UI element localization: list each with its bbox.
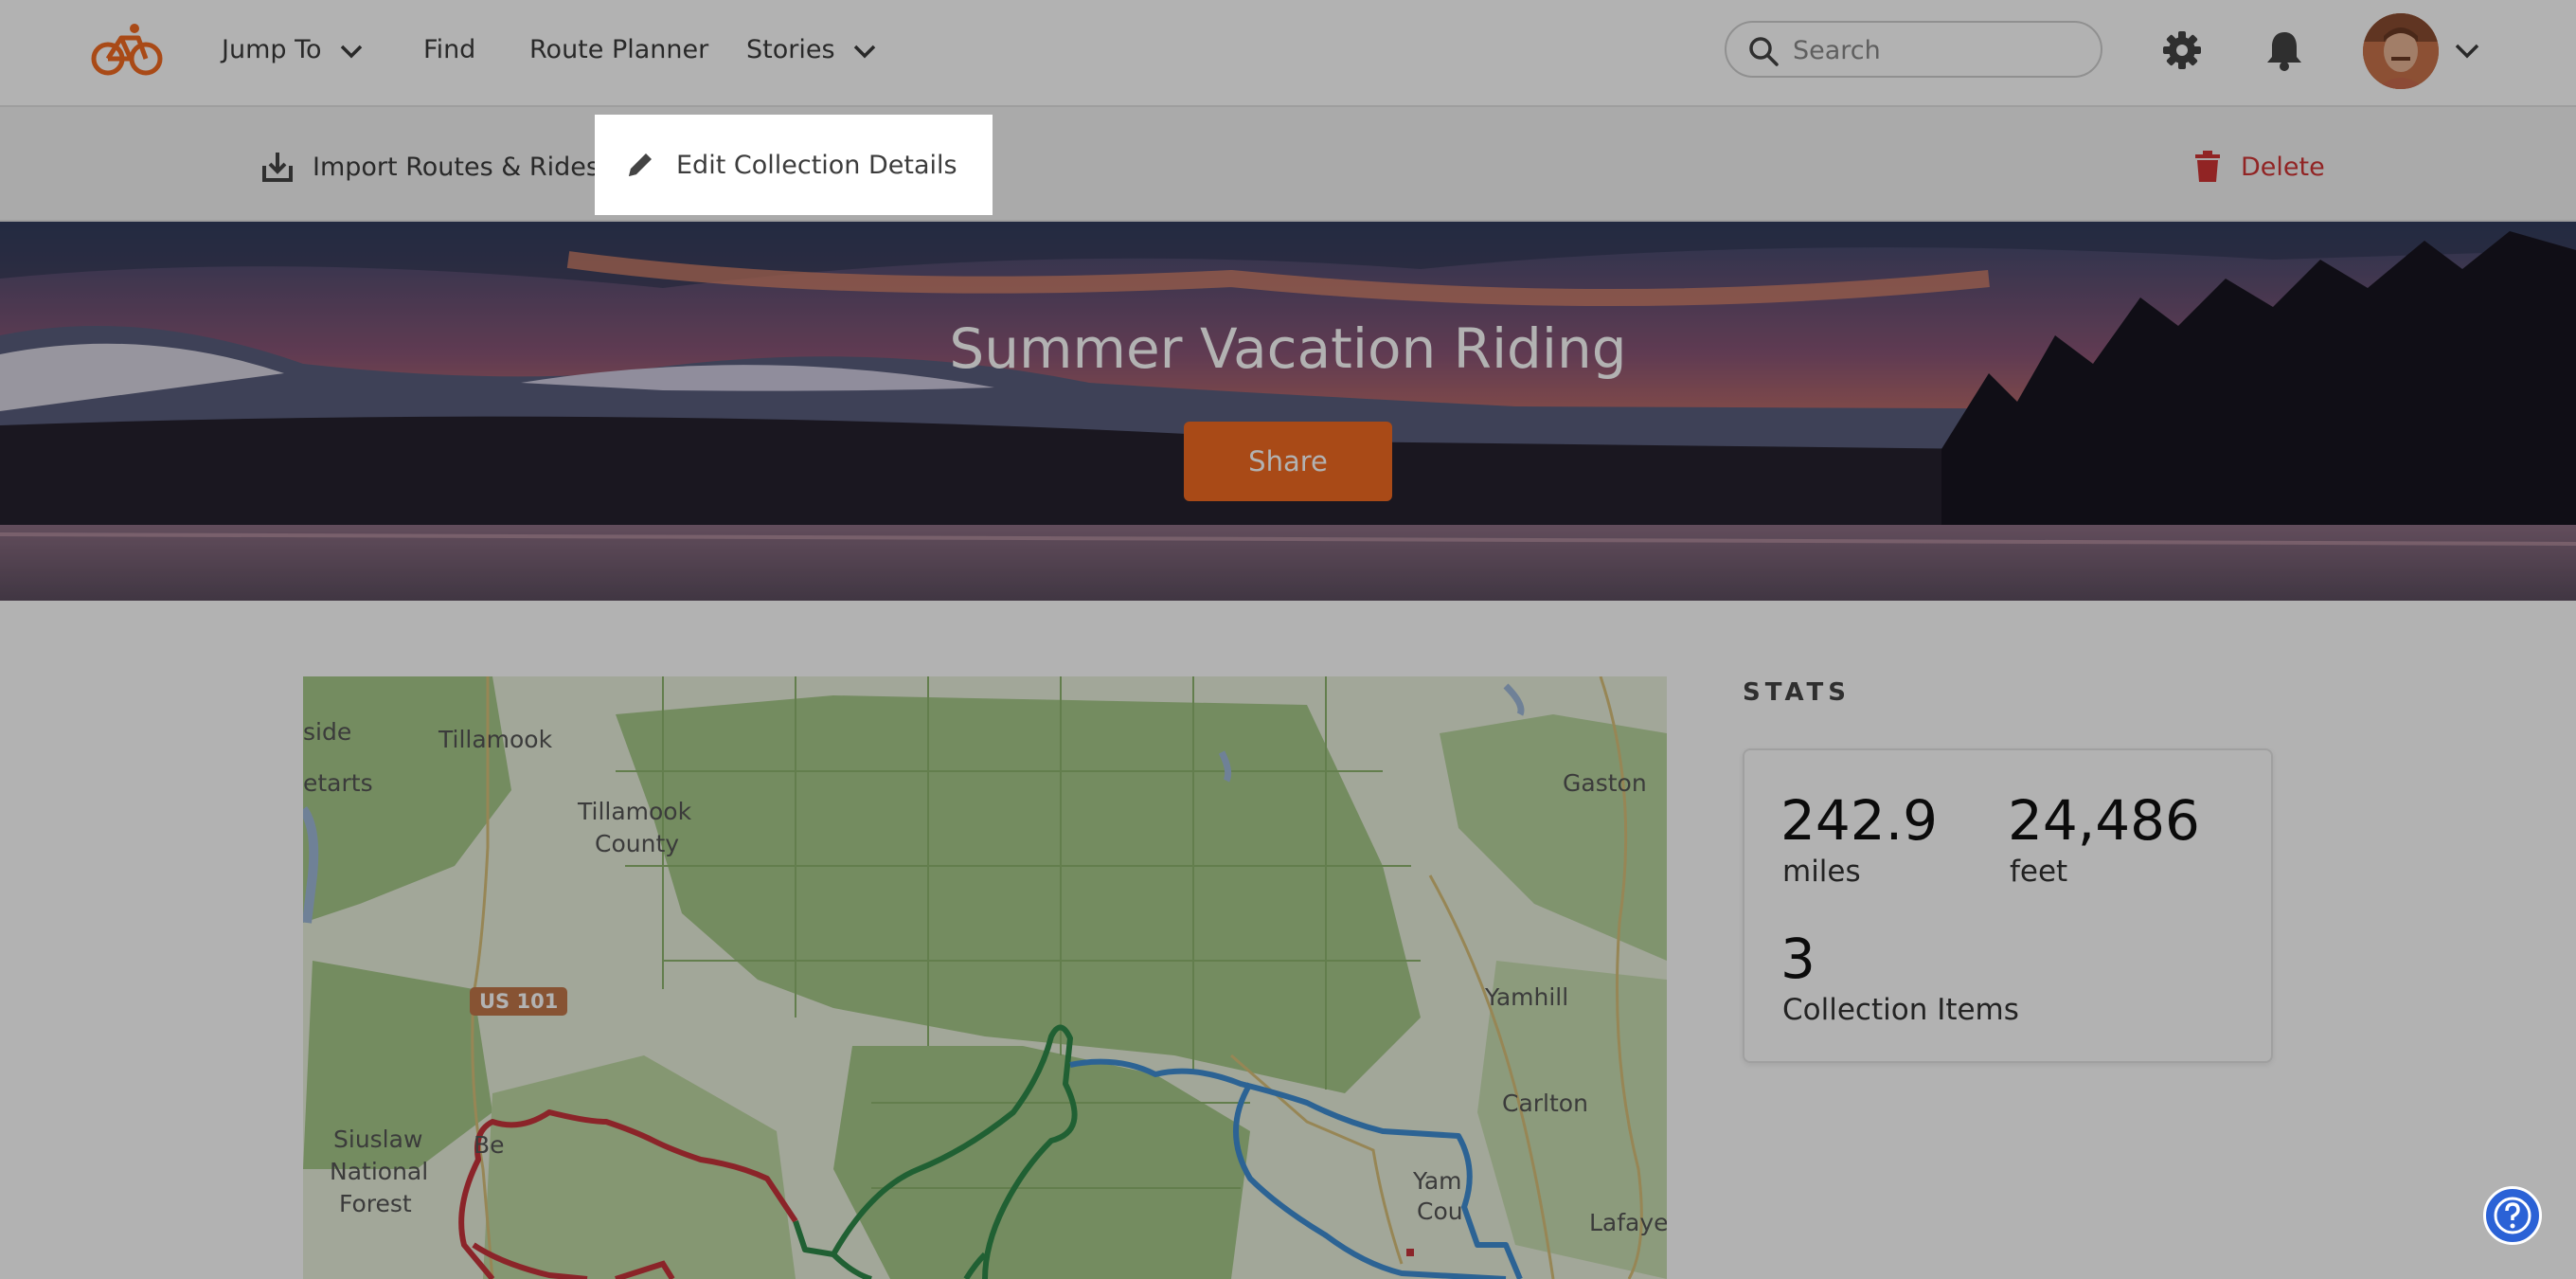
question-icon <box>2494 1197 2531 1234</box>
map-label-siuslaw-2: National <box>330 1158 429 1185</box>
chevron-down-icon <box>853 45 876 58</box>
elevation-value: 24,486 <box>2008 788 2200 853</box>
map-canvas <box>303 676 1667 1279</box>
collection-title: Summer Vacation Riding <box>949 316 1627 381</box>
items-value: 3 <box>1780 927 1816 991</box>
collection-map[interactable]: side etarts Tillamook Tillamook County G… <box>303 676 1667 1279</box>
map-label-siuslaw-3: Forest <box>339 1190 412 1217</box>
map-label-tillamook-county-1: Tillamook <box>578 798 692 825</box>
delete-label: Delete <box>2241 153 2325 182</box>
chevron-down-icon[interactable] <box>2453 38 2481 63</box>
highway-shield: US 101 <box>470 987 568 1016</box>
search-box[interactable] <box>1725 21 2102 78</box>
top-navigation: Jump To Find Route Planner Stories <box>0 0 2576 107</box>
stats-heading: STATS <box>1743 678 1852 707</box>
bell-icon[interactable] <box>2263 28 2306 72</box>
map-label-etarts: etarts <box>303 769 373 797</box>
map-label-lafaye: Lafaye <box>1589 1209 1667 1236</box>
distance-value: 242.9 <box>1780 788 1939 853</box>
import-routes-button[interactable]: Import Routes & Rides <box>261 151 599 185</box>
edit-collection-button[interactable]: Edit Collection Details <box>676 149 957 183</box>
chevron-down-icon <box>340 45 363 58</box>
nav-find[interactable]: Find <box>423 31 475 69</box>
map-label-carlton: Carlton <box>1502 1090 1588 1117</box>
nav-route-planner[interactable]: Route Planner <box>529 31 708 69</box>
distance-unit: miles <box>1782 855 1861 889</box>
items-unit: Collection Items <box>1782 993 2019 1027</box>
nav-stories[interactable]: Stories <box>746 31 877 69</box>
trash-icon <box>2195 151 2220 182</box>
ride-logo-icon[interactable] <box>91 23 163 76</box>
gear-icon[interactable] <box>2160 28 2204 72</box>
map-label-yamhill: Yamhill <box>1485 983 1569 1011</box>
search-icon <box>1749 37 1779 66</box>
share-button[interactable]: Share <box>1184 422 1392 501</box>
map-label-side: side <box>303 718 352 746</box>
help-button[interactable] <box>2483 1186 2542 1245</box>
collection-toolbar: Import Routes & Rides Delete <box>0 107 2576 222</box>
import-label: Import Routes & Rides <box>313 153 599 182</box>
map-label-tillamook-county-2: County <box>595 830 680 857</box>
delete-button[interactable]: Delete <box>2191 151 2325 185</box>
collection-hero: Summer Vacation Riding Share <box>0 222 2576 601</box>
map-label-tillamook: Tillamook <box>438 726 553 753</box>
avatar[interactable] <box>2363 13 2439 89</box>
elevation-unit: feet <box>2010 855 2068 889</box>
map-label-cou: Cou <box>1417 1198 1463 1225</box>
search-input[interactable] <box>1793 32 2077 68</box>
map-label-siuslaw-1: Siuslaw <box>333 1126 423 1153</box>
hero-background-image <box>0 222 2576 601</box>
nav-jump-to-label: Jump To <box>222 35 322 64</box>
map-label-yam: Yam <box>1413 1167 1462 1195</box>
download-icon <box>262 153 293 182</box>
user-photo-icon <box>2363 13 2439 89</box>
nav-jump-to[interactable]: Jump To <box>222 31 364 69</box>
nav-stories-label: Stories <box>746 35 835 64</box>
pencil-icon <box>629 153 652 176</box>
stats-card: 242.9 miles 24,486 feet 3 Collection Ite… <box>1743 748 2273 1063</box>
map-label-be: Be <box>474 1131 505 1159</box>
map-label-gaston: Gaston <box>1563 769 1647 797</box>
